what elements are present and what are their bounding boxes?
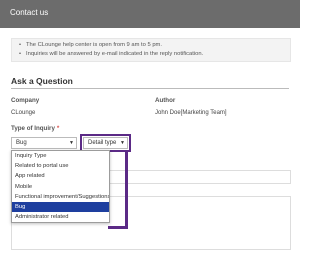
notice-box: The CLounge help center is open from 9 a…	[11, 38, 291, 62]
section-divider	[11, 88, 289, 89]
inquiry-type-select[interactable]: Bug ▼	[11, 137, 77, 149]
notice-line-hours: The CLounge help center is open from 9 a…	[19, 42, 162, 48]
section-heading: Ask a Question	[11, 76, 73, 86]
highlight-connector-vertical	[125, 152, 128, 228]
dialog-header: Contact us	[0, 0, 300, 28]
dropdown-option[interactable]: Administrator related	[12, 212, 109, 222]
dialog-title: Contact us	[10, 8, 49, 17]
highlight-connector-horizontal	[108, 226, 128, 229]
notice-line-email: Inquiries will be answered by e-mail ind…	[19, 51, 203, 57]
inquiry-type-dropdown: Inquiry Type Related to portal use App r…	[11, 150, 110, 224]
dropdown-option[interactable]: Functional improvement/Suggestions	[12, 192, 109, 202]
inquiry-type-label: Type of Inquiry *	[11, 125, 59, 132]
dropdown-option[interactable]: Inquiry Type	[12, 151, 109, 161]
chevron-down-icon: ▼	[69, 140, 74, 146]
author-label: Author	[155, 97, 176, 104]
inquiry-type-select-value: Bug	[16, 140, 27, 146]
company-value: CLounge	[11, 110, 36, 116]
dropdown-option[interactable]: App related	[12, 171, 109, 181]
inquiry-type-label-text: Type of Inquiry	[11, 125, 55, 132]
dropdown-option[interactable]: Mobile	[12, 182, 109, 192]
company-label: Company	[11, 97, 40, 104]
dropdown-option[interactable]: Related to portal use	[12, 161, 109, 171]
author-value: John Doe[Marketing Team]	[155, 110, 227, 116]
required-mark: *	[56, 125, 60, 132]
dropdown-option[interactable]: Bug	[12, 201, 109, 213]
